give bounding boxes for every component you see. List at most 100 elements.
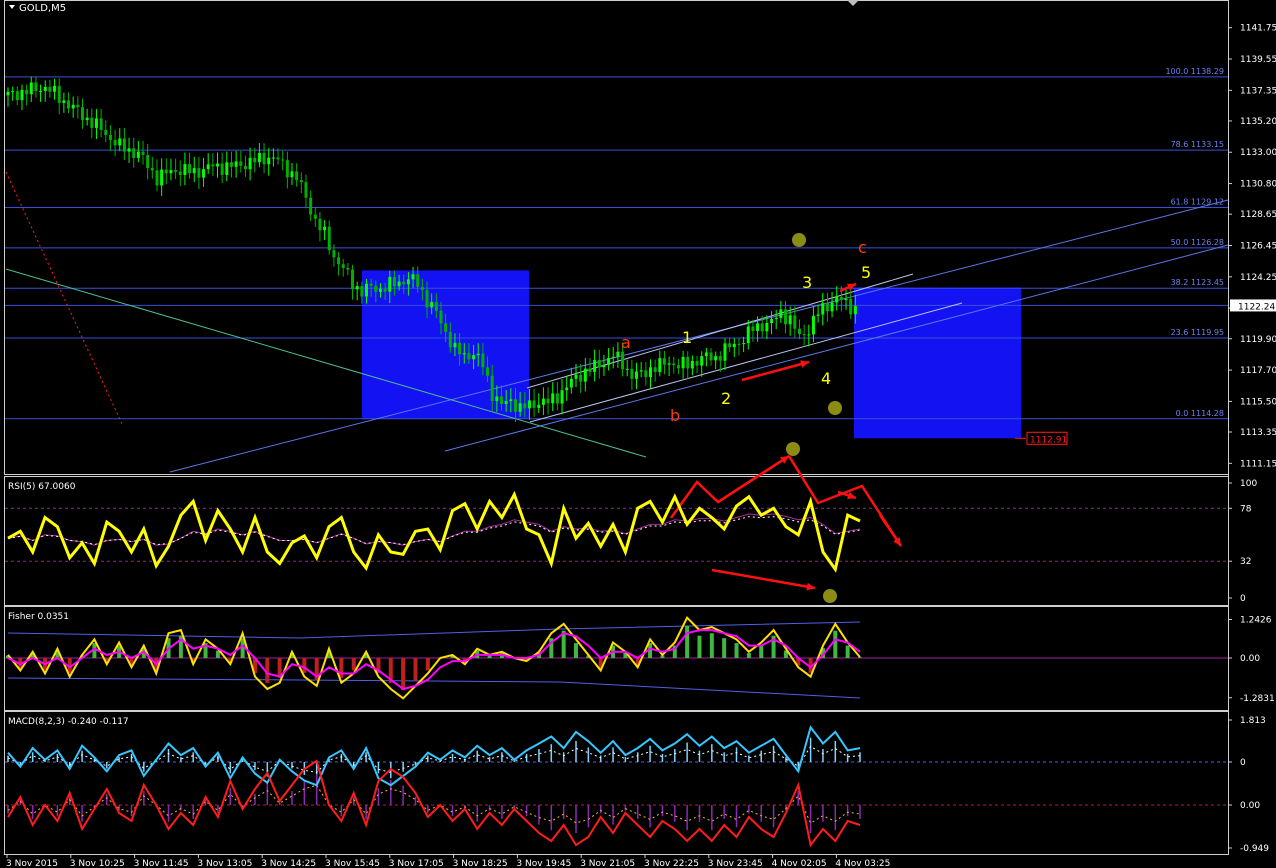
- candle-body: [551, 393, 555, 404]
- scroll-marker-icon[interactable]: [847, 0, 859, 6]
- candle-body: [709, 352, 713, 361]
- candle-body: [229, 162, 233, 167]
- time-tick-label: 3 Nov 22:25: [644, 859, 699, 868]
- candle-body: [597, 360, 601, 368]
- candle-body: [169, 170, 173, 174]
- candle-body: [835, 296, 839, 303]
- candle-body: [616, 351, 620, 357]
- candle-body: [630, 368, 634, 379]
- axis-tick-label: -1.2831: [1240, 694, 1275, 704]
- candle-body: [555, 393, 559, 404]
- candle-body: [523, 403, 527, 409]
- candle-body: [146, 154, 150, 168]
- time-tick-label: 3 Nov 17:05: [389, 859, 444, 868]
- projection-boxes: [362, 270, 1021, 439]
- price-axis: 1141.75 1139.55 1137.35 1135.20 1133.00 1130.…: [1015, 24, 1276, 469]
- candle-body: [234, 161, 238, 167]
- fib-label-1: 78.6 1133.15: [1171, 140, 1224, 149]
- candle-body: [695, 360, 699, 366]
- price-tick-label: 1124.25: [1240, 273, 1276, 283]
- candle-body: [276, 157, 280, 160]
- candle-body: [155, 170, 159, 186]
- price-panel[interactable]: 100.0 1138.2978.6 1133.1561.8 1129.1250.…: [5, 24, 1276, 603]
- fisher-title: Fisher 0.0351: [8, 612, 69, 622]
- candle-body: [472, 355, 476, 360]
- price-tick-label: 1141.75: [1240, 24, 1276, 34]
- wave-label-7: 5: [861, 263, 871, 282]
- candle-body: [821, 303, 825, 315]
- axis-tick-label: 0.00: [1240, 801, 1260, 811]
- time-tick-label: 3 Nov 18:25: [453, 859, 508, 868]
- candle-body: [355, 286, 359, 290]
- axis-tick-label: 0: [1240, 758, 1246, 768]
- fib-label-2: 61.8 1129.12: [1171, 197, 1224, 206]
- candle-body: [6, 91, 10, 96]
- candle-body: [206, 164, 210, 170]
- panel-frame: [4, 711, 1229, 855]
- chart-canvas[interactable]: 100.0 1138.29 78.6 1133.15 61.8 1129.12 5 0.…: [0, 0, 1276, 868]
- candle-body: [849, 298, 853, 315]
- candle-body: [262, 152, 266, 165]
- candle-body: [527, 400, 531, 409]
- candle-body: [15, 91, 19, 101]
- candle-body: [285, 160, 289, 178]
- fib-label-4: 38.2 1123.45: [1171, 278, 1224, 287]
- candle-body: [211, 164, 215, 167]
- candle-body: [770, 319, 774, 323]
- trend-lines: [5, 171, 1229, 473]
- candle-body: [811, 315, 815, 335]
- candle-body: [94, 118, 98, 128]
- price-tick-label: 1130.80: [1240, 180, 1276, 190]
- candle-body: [621, 351, 625, 370]
- candle-body: [723, 343, 727, 361]
- price-tick-label: 1133.00: [1240, 148, 1276, 158]
- candle-body: [732, 343, 736, 348]
- candle-body: [11, 91, 15, 93]
- axis-tick-label: 0.00: [1240, 654, 1260, 664]
- price-tick-label: 1126.45: [1240, 242, 1276, 252]
- candle-body: [569, 378, 573, 388]
- time-tick-label: 3 Nov 10:25: [70, 859, 125, 868]
- macd-main-line: [7, 725, 861, 787]
- candle-body: [825, 303, 829, 312]
- candle-body: [267, 157, 271, 165]
- candle-body: [690, 360, 694, 369]
- candle-body: [784, 309, 788, 325]
- candle-body: [62, 100, 66, 103]
- candle-body: [574, 374, 578, 379]
- candle-body: [518, 403, 522, 412]
- olive-marker-2: [786, 442, 800, 456]
- axis-tick-label: -0.949: [1240, 844, 1269, 854]
- candle-body: [681, 356, 685, 369]
- projection-box-left: [362, 270, 529, 419]
- candle-body: [141, 151, 145, 155]
- fib-label-0: 100.0 1138.29: [1165, 67, 1224, 76]
- candle-body: [602, 364, 606, 368]
- candle-body: [53, 85, 57, 92]
- candle-body: [108, 134, 112, 140]
- triangle-down-icon[interactable]: [9, 5, 15, 9]
- fisher-band-lower: [7, 677, 861, 699]
- candle-body: [183, 164, 187, 175]
- candle-body: [644, 370, 648, 378]
- candle-body: [257, 152, 261, 163]
- rsi-panel[interactable]: 100 78 32 0: [5, 479, 1257, 604]
- candle-body: [364, 283, 368, 297]
- candle-body: [239, 161, 243, 166]
- wave-label-6: 4: [821, 369, 831, 388]
- axis-tick-label: 100: [1240, 479, 1257, 489]
- rsi-line: [7, 490, 861, 573]
- candle-body: [327, 226, 331, 251]
- candle-body: [500, 396, 504, 404]
- axis-tick-label: 1.2426: [1240, 615, 1272, 625]
- chart-title[interactable]: GOLD,M5: [9, 3, 66, 14]
- candle-body: [118, 138, 122, 146]
- fisher-panel[interactable]: 1.2426 0.00 -1.2831: [5, 615, 1275, 704]
- candle-body: [34, 82, 38, 92]
- candle-body: [76, 104, 80, 108]
- panel-frames: [4, 0, 1229, 855]
- candle-body: [388, 276, 392, 292]
- fib-label-5: 23.6 1119.95: [1171, 328, 1224, 337]
- macd-panel[interactable]: 1.813 0 0.00 -0.949: [5, 716, 1269, 854]
- candle-body: [313, 214, 317, 219]
